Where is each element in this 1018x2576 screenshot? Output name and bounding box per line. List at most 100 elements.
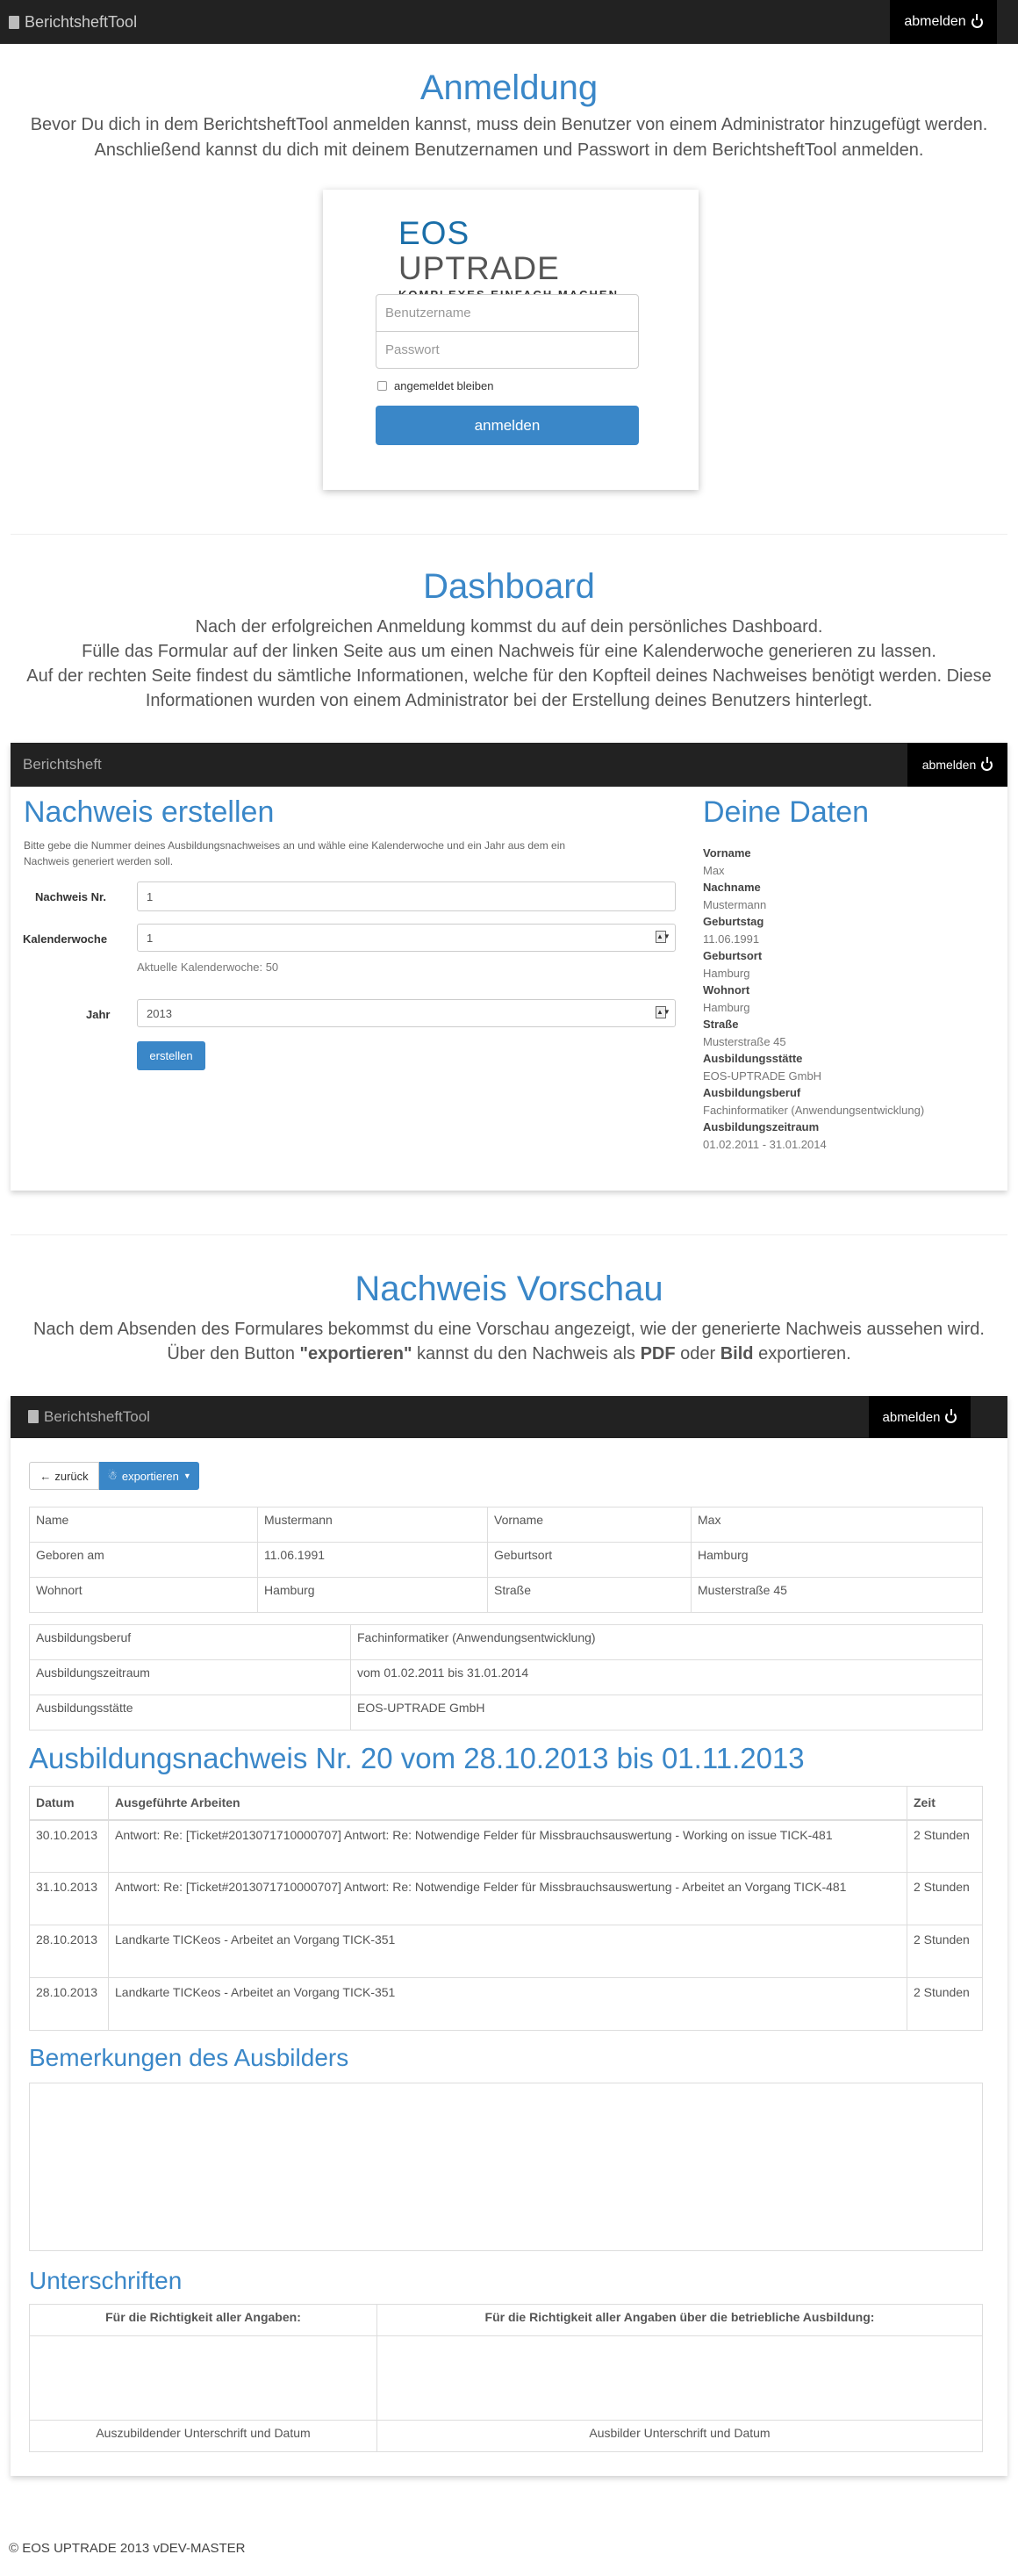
remember-label: angemeldet bleiben: [394, 379, 494, 392]
table-cell: Antwort: Re: [Ticket#2013071710000707] A…: [108, 1819, 907, 1873]
data-label: Geburtstag: [703, 915, 764, 928]
sign-foot-right: Ausbilder Unterschrift und Datum: [376, 2420, 983, 2452]
book-icon: [9, 16, 19, 29]
table-cell: Mustermann: [257, 1507, 488, 1543]
dashboard-screenshot: Berichtsheft abmelden Nachweis erstellen…: [11, 743, 1007, 1191]
table-cell: Max: [691, 1507, 983, 1543]
data-label: Straße: [703, 1018, 739, 1031]
sign-foot-left: Auszubildender Unterschrift und Datum: [29, 2420, 377, 2452]
table-header: Ausgeführte Arbeiten: [108, 1786, 907, 1821]
sign-area-left: [29, 2335, 377, 2421]
remarks-box: [29, 2083, 983, 2251]
select-arrow-icon: ▲▼: [656, 931, 670, 943]
user-icon: ☃: [107, 1469, 118, 1482]
table-row: 30.10.2013 Antwort: Re: [Ticket#201307171…: [29, 1819, 983, 1873]
kw-select[interactable]: 1 ▲▼: [137, 924, 676, 952]
export-button[interactable]: ☃ exportieren ▼: [99, 1462, 199, 1490]
table-cell: Hamburg: [257, 1577, 488, 1613]
job-table: Ausbildungsberuf Fachinformatiker (Anwend…: [29, 1624, 983, 1731]
table-cell: 2 Stunden: [907, 1819, 983, 1873]
data-label: Geburtsort: [703, 949, 763, 962]
table-row: Name Mustermann Vorname Max: [29, 1507, 983, 1543]
form-intro-1: Bitte gebe die Nummer deines Ausbildungs…: [24, 839, 566, 852]
company-logo: EOS UPTRADE KOMPLEXES EINFACH MACHEN.: [398, 215, 622, 302]
password-input[interactable]: Passwort: [376, 331, 639, 369]
table-header-row: Datum Ausgeführte Arbeiten Zeit: [29, 1786, 983, 1821]
login-submit-button[interactable]: anmelden: [376, 406, 639, 445]
data-label: Vorname: [703, 846, 751, 860]
preview-logout-button[interactable]: abmelden: [869, 1396, 971, 1438]
data-label: Nachname: [703, 881, 761, 894]
table-cell: Wohnort: [29, 1577, 258, 1613]
table-cell: Fachinformatiker (Anwendungsentwicklung): [350, 1624, 983, 1660]
table-row: Geboren am 11.06.1991 Geburtsort Hamburg: [29, 1542, 983, 1578]
table-row: Wohnort Hamburg Straße Musterstraße 45: [29, 1577, 983, 1613]
table-row: Ausbildungszeitraum vom 01.02.2011 bis 31…: [29, 1659, 983, 1695]
kw-label: Kalenderwoche: [23, 932, 108, 946]
table-cell: Landkarte TICKeos - Arbeitet an Vorgang …: [108, 1977, 907, 2031]
brand-label: BerichtsheftTool: [25, 13, 138, 31]
sign-area-right: [376, 2335, 983, 2421]
dashboard-logout-button[interactable]: abmelden: [907, 743, 1007, 787]
data-label: Ausbildungszeitraum: [703, 1120, 820, 1133]
remember-checkbox[interactable]: [377, 381, 387, 391]
dashboard-text-1: Nach der erfolgreichen Anmeldung kommst …: [195, 617, 823, 637]
divider: [11, 1234, 1007, 1235]
sign-head-right: Für die Richtigkeit aller Angaben über d…: [376, 2304, 983, 2336]
table-row: 28.10.2013 Landkarte TICKeos - Arbeitet a…: [29, 1977, 983, 2031]
year-select[interactable]: 2013 ▲▼: [137, 999, 676, 1027]
table-cell: Geburtsort: [487, 1542, 692, 1578]
table-cell: 2 Stunden: [907, 1925, 983, 1978]
preview-text-2: Über den Button "exportieren" kannst du …: [167, 1344, 851, 1364]
kw-hint: Aktuelle Kalenderwoche: 50: [137, 961, 279, 974]
sign-head-left: Für die Richtigkeit aller Angaben:: [29, 2304, 377, 2336]
data-value: Musterstraße 45: [703, 1034, 786, 1048]
table-cell: 30.10.2013: [29, 1819, 109, 1873]
table-cell: Vorname: [487, 1507, 692, 1543]
create-button[interactable]: erstellen: [137, 1041, 205, 1070]
footer-text: © EOS UPTRADE 2013 vDEV-MASTER: [9, 2541, 246, 2556]
person-table: Name Mustermann Vorname Max Geboren am 11.06.…: [29, 1507, 983, 1613]
login-text-2: Anschließend kannst du dich mit deinem B…: [94, 140, 924, 160]
data-value: 01.02.2011 - 31.01.2014: [703, 1137, 827, 1151]
table-row: 31.10.2013 Antwort: Re: [Ticket#201307171…: [29, 1872, 983, 1925]
brand-link[interactable]: BerichtsheftTool: [9, 13, 137, 32]
table-row: 28.10.2013 Landkarte TICKeos - Arbeitet a…: [29, 1925, 983, 1978]
data-value: Mustermann: [703, 897, 767, 911]
data-label: Ausbildungsberuf: [703, 1086, 801, 1099]
preview-text-1: Nach dem Absenden des Formulares bekomms…: [33, 1320, 985, 1339]
data-value: 11.06.1991: [703, 932, 760, 946]
back-button[interactable]: ← zurück: [29, 1462, 99, 1490]
select-arrow-icon: ▲▼: [656, 1006, 670, 1018]
table-row: Ausbildungsstätte EOS-UPTRADE GmbH: [29, 1695, 983, 1731]
table-cell: EOS-UPTRADE GmbH: [350, 1695, 983, 1731]
data-value: Max: [703, 863, 725, 877]
caret-down-icon: ▼: [183, 1471, 191, 1480]
dashboard-text-4: Informationen wurden von einem Administr…: [145, 691, 873, 710]
table-cell: Musterstraße 45: [691, 1577, 983, 1613]
nr-input[interactable]: 1: [137, 881, 676, 911]
table-cell: 2 Stunden: [907, 1977, 983, 2031]
data-list: Vorname Max Nachname Mustermann Geburtstag 11…: [703, 845, 993, 1153]
table-cell: vom 01.02.2011 bis 31.01.2014: [350, 1659, 983, 1695]
data-value: Fachinformatiker (Anwendungsentwicklung): [703, 1103, 925, 1117]
login-title: Anmeldung: [419, 68, 599, 107]
table-row: Ausbildungsberuf Fachinformatiker (Anwend…: [29, 1624, 983, 1660]
table-cell: 28.10.2013: [29, 1977, 109, 2031]
preview-title: Nachweis Vorschau: [355, 1270, 663, 1308]
dashboard-text-3: Auf der rechten Seite findest du sämtlic…: [26, 666, 992, 686]
top-navbar: BerichtsheftTool abmelden: [0, 0, 1018, 44]
work-table: Datum Ausgeführte Arbeiten Zeit 30.10.2013 A…: [29, 1786, 983, 2031]
logout-button[interactable]: abmelden: [890, 0, 997, 44]
preview-brand[interactable]: BerichtsheftTool: [28, 1408, 150, 1426]
dashboard-brand[interactable]: Berichtsheft: [23, 756, 102, 774]
table-header: Datum: [29, 1786, 109, 1821]
remarks-title: Bemerkungen des Ausbilders: [29, 2044, 349, 2071]
table-cell: Straße: [487, 1577, 692, 1613]
signatures-table: Für die Richtigkeit aller Angaben: Für d…: [29, 2304, 983, 2452]
table-cell: 28.10.2013: [29, 1925, 109, 1978]
table-cell: Name: [29, 1507, 258, 1543]
logout-label: abmelden: [904, 14, 966, 29]
data-value: EOS-UPTRADE GmbH: [703, 1069, 822, 1083]
username-input[interactable]: Benutzername: [376, 294, 639, 332]
